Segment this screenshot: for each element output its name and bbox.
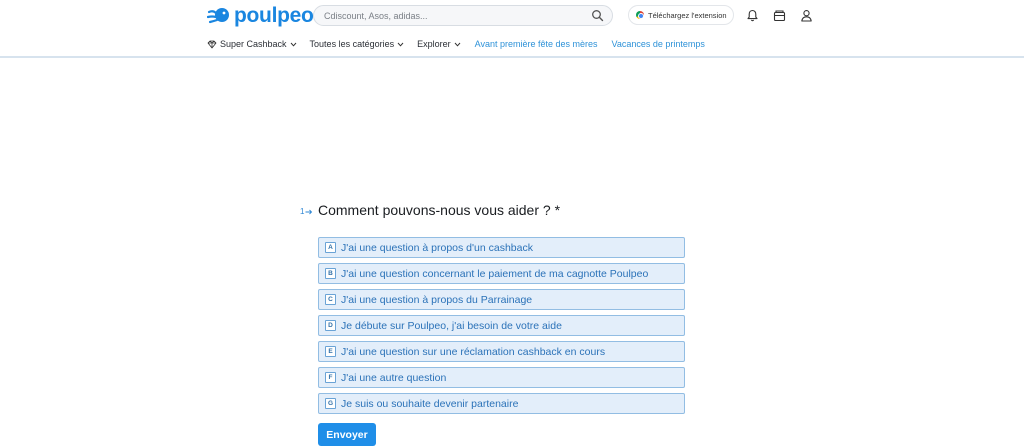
site-header: poulpeo Téléchargez l'extension Super Ca… xyxy=(0,0,1024,58)
question-number: 1 xyxy=(300,207,313,216)
question-number-value: 1 xyxy=(300,207,305,216)
nav-fete-des-meres-label: Avant première fête des mères xyxy=(474,39,598,49)
option-label: J'ai une question concernant le paiement… xyxy=(341,267,649,280)
nav-toutes-categories[interactable]: Toutes les catégories xyxy=(310,39,405,49)
octopus-logo-icon xyxy=(207,8,229,24)
option-g[interactable]: G Je suis ou souhaite devenir partenaire xyxy=(318,393,685,414)
search-icon[interactable] xyxy=(591,9,604,22)
nav-fete-des-meres[interactable]: Avant première fête des mères xyxy=(475,39,598,49)
wallet-icon[interactable] xyxy=(773,9,786,22)
chevron-down-icon xyxy=(397,42,404,47)
poulpeo-logo[interactable]: poulpeo xyxy=(207,4,314,27)
arrow-right-icon xyxy=(305,209,313,214)
option-label: J'ai une autre question xyxy=(341,371,447,384)
nav-toutes-categories-label: Toutes les catégories xyxy=(309,39,395,49)
option-b[interactable]: B J'ai une question concernant le paieme… xyxy=(318,263,685,284)
option-d[interactable]: D Je débute sur Poulpeo, j'ai besoin de … xyxy=(318,315,685,336)
option-key: G xyxy=(325,398,336,409)
logo-text: poulpeo xyxy=(234,4,314,27)
option-label: Je débute sur Poulpeo, j'ai besoin de vo… xyxy=(341,319,562,332)
option-a[interactable]: A J'ai une question à propos d'un cashba… xyxy=(318,237,685,258)
option-key: A xyxy=(325,242,336,253)
nav-explorer-label: Explorer xyxy=(417,39,451,49)
option-key: E xyxy=(325,346,336,357)
chevron-down-icon xyxy=(454,42,460,47)
option-label: J'ai une question à propos du Parrainage xyxy=(341,293,533,306)
option-e[interactable]: E J'ai une question sur une réclamation … xyxy=(318,341,685,362)
bell-icon[interactable] xyxy=(746,9,759,22)
chevron-down-icon xyxy=(290,42,296,47)
main-nav: Super Cashback Toutes les catégories Exp… xyxy=(207,37,705,51)
download-extension-button[interactable]: Téléchargez l'extension xyxy=(628,5,734,25)
option-key: B xyxy=(325,268,336,279)
diamond-icon xyxy=(207,40,217,48)
option-key: D xyxy=(325,320,336,331)
option-label: J'ai une question sur une réclamation ca… xyxy=(341,345,606,358)
option-key: C xyxy=(325,294,336,305)
nav-super-cashback-label: Super Cashback xyxy=(220,39,287,49)
question-title: Comment pouvons-nous vous aider ? * xyxy=(318,202,561,218)
search-input[interactable] xyxy=(324,8,584,23)
user-icon[interactable] xyxy=(800,9,813,22)
nav-explorer[interactable]: Explorer xyxy=(417,39,461,49)
nav-vacances-printemps[interactable]: Vacances de printemps xyxy=(612,39,705,49)
option-label: Je suis ou souhaite devenir partenaire xyxy=(341,397,519,410)
option-f[interactable]: F J'ai une autre question xyxy=(318,367,685,388)
chrome-icon xyxy=(636,11,644,19)
nav-super-cashback[interactable]: Super Cashback xyxy=(207,39,297,49)
search-bar xyxy=(313,5,613,26)
option-key: F xyxy=(325,372,336,383)
download-extension-label: Téléchargez l'extension xyxy=(648,10,727,20)
submit-button[interactable]: Envoyer xyxy=(318,423,376,446)
nav-vacances-printemps-label: Vacances de printemps xyxy=(611,39,705,49)
option-label: J'ai une question à propos d'un cashback xyxy=(341,241,533,254)
option-c[interactable]: C J'ai une question à propos du Parraina… xyxy=(318,289,685,310)
